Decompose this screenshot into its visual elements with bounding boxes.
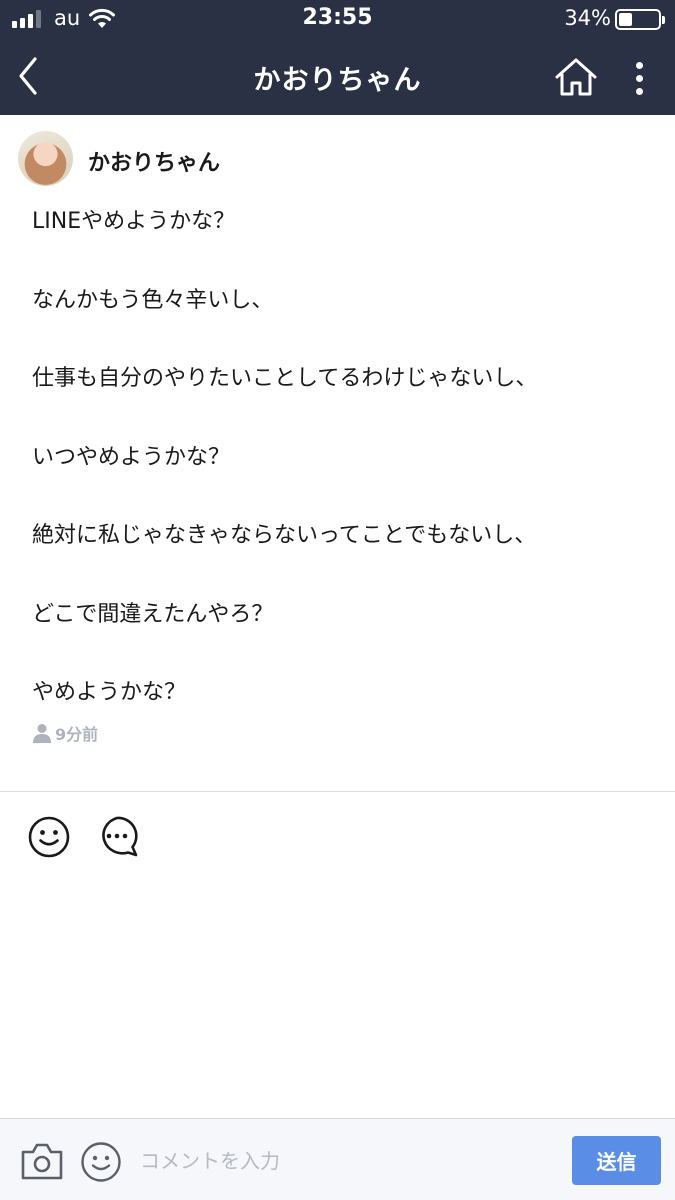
- camera-icon[interactable]: [20, 1141, 64, 1181]
- avatar[interactable]: [18, 131, 73, 186]
- comment-input[interactable]: [140, 1141, 550, 1181]
- send-button[interactable]: 送信: [572, 1136, 661, 1185]
- sticker-smiley-icon[interactable]: [80, 1141, 122, 1183]
- more-vertical-icon[interactable]: [624, 58, 654, 98]
- post-meta: 9分前: [33, 721, 98, 745]
- home-icon[interactable]: [554, 56, 598, 98]
- clock: 23:55: [302, 5, 373, 30]
- post-text-line: どこで間違えたんやろ？: [32, 601, 274, 627]
- top-bar: au 23:55 34% かおりちゃん: [0, 0, 675, 115]
- battery-icon: [615, 9, 665, 30]
- page-title: かおりちゃん: [253, 65, 422, 96]
- battery-percent: 34%: [564, 6, 611, 30]
- post-text-line: 絶対に私じゃなきゃならないってことでもないし、: [32, 523, 537, 548]
- status-bar: au 23:55 34%: [0, 0, 675, 40]
- post-body: LINEやめようかな？ なんかもう色々辛いし、 仕事も自分のやりたいことしてるわ…: [32, 207, 652, 757]
- post-text-line: 仕事も自分のやりたいことしてるわけじゃないし、: [32, 366, 538, 391]
- speech-bubble-icon[interactable]: [95, 815, 139, 859]
- person-icon: [33, 724, 51, 743]
- post-text-line: LINEやめようかな？: [32, 209, 236, 234]
- post-author[interactable]: かおりちゃん: [88, 145, 220, 177]
- post-timestamp: 9分前: [55, 725, 99, 744]
- divider: [0, 791, 675, 792]
- post-text-line: なんかもう色々辛いし、: [32, 287, 274, 313]
- comment-bar: 送信: [0, 1118, 675, 1200]
- post-text-line: やめようかな？: [32, 680, 187, 705]
- post-text-line: いつやめようかな？: [32, 444, 231, 470]
- smiley-icon[interactable]: [27, 815, 71, 859]
- navigation-bar: かおりちゃん: [0, 40, 675, 115]
